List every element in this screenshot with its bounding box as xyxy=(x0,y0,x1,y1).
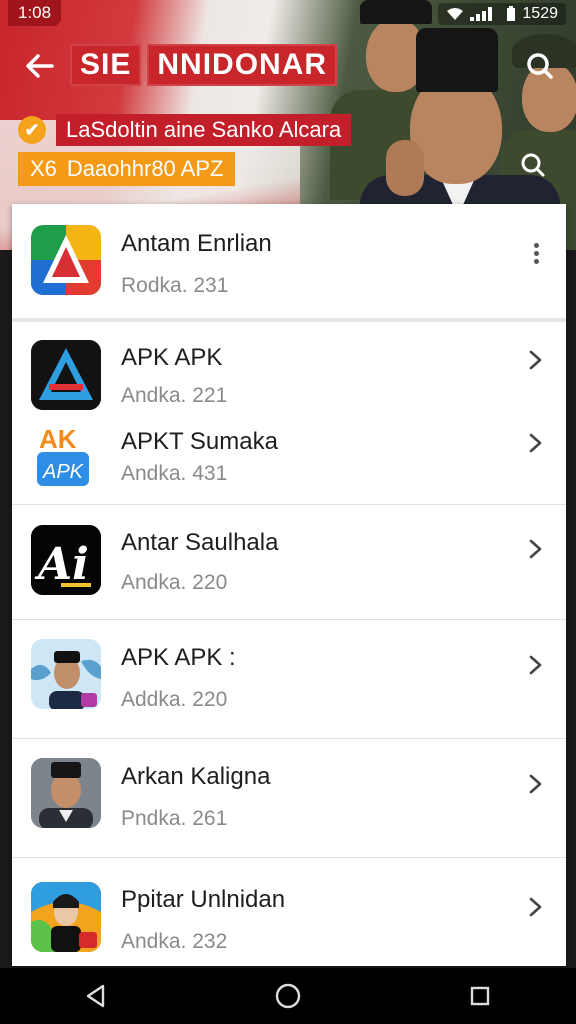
featured-app-name: Antam Enrlian xyxy=(121,230,272,257)
app-list-panel: Antam Enrlian Rodka. 231 APK APK Andka. … xyxy=(12,204,566,966)
list-item[interactable]: Arkan Kaligna Pndka. 261 xyxy=(12,739,566,857)
chevron-right-icon xyxy=(529,897,542,917)
ai-black-icon: Ai xyxy=(31,525,101,595)
promo-banner-2[interactable]: X6 Daaohhr80 APZ xyxy=(18,152,236,186)
chevron-right-icon xyxy=(529,774,542,794)
promo-banner-1[interactable]: ✔ LaSdoltin aine Sanko Alcara xyxy=(18,114,352,146)
checkmark-badge-icon: ✔ xyxy=(18,116,46,144)
promo-text-2: Daaohhr80 APZ xyxy=(66,156,224,181)
list-item[interactable]: AK APK APKT Sumaka Andka. 431 xyxy=(12,412,566,502)
status-right-text: 1529 xyxy=(522,5,558,22)
wifi-icon xyxy=(447,8,464,20)
portrait-map-icon xyxy=(31,639,101,709)
nav-recents-icon[interactable] xyxy=(460,976,500,1016)
battery-icon xyxy=(507,6,516,21)
page-title: SIE NNIDONAR xyxy=(70,44,338,86)
list-item-sub: Addka. 220 xyxy=(121,688,228,711)
list-item-sub: Andka. 232 xyxy=(121,930,228,953)
status-time: 1:08 xyxy=(8,0,62,26)
chevron-right-icon xyxy=(529,350,542,370)
apk-orange-icon-top-text: AK xyxy=(39,424,77,454)
status-icons: 1529 xyxy=(438,3,566,25)
list-item[interactable]: Ai Antar Saulhala Andka. 220 xyxy=(12,505,566,619)
list-item[interactable]: APK APK : Addka. 220 xyxy=(12,620,566,738)
featured-app-sub: Rodka. 231 xyxy=(121,274,229,297)
chevron-right-icon xyxy=(529,539,542,559)
status-bar: 1:08 1529 xyxy=(0,0,576,28)
list-item-sub: Andka. 220 xyxy=(121,571,228,594)
portrait-cartoon-icon xyxy=(31,882,101,952)
back-arrow-icon[interactable] xyxy=(22,48,58,84)
more-options-icon[interactable] xyxy=(530,240,542,270)
search-secondary-icon[interactable] xyxy=(516,148,550,182)
list-item-name: APK APK xyxy=(121,344,223,371)
signal-icon xyxy=(470,7,493,21)
title-part-1: SIE xyxy=(70,44,142,86)
apk-triangle-icon xyxy=(31,340,101,410)
ai-black-icon-text: Ai xyxy=(34,539,89,590)
list-item-name: Ppitar Unlnidan xyxy=(121,886,286,913)
list-item[interactable]: APK APK Andka. 221 xyxy=(12,322,566,412)
list-item-name: APKT Sumaka xyxy=(121,428,278,455)
title-part-2: NNIDONAR xyxy=(147,44,338,86)
nav-back-icon[interactable] xyxy=(76,976,116,1016)
list-item-name: Arkan Kaligna xyxy=(121,763,271,790)
list-item-name: APK APK : xyxy=(121,644,236,671)
nav-home-icon[interactable] xyxy=(268,976,308,1016)
list-item-name: Antar Saulhala xyxy=(121,529,279,556)
list-item-sub: Andka. 221 xyxy=(121,384,228,407)
featured-app-icon xyxy=(31,225,101,295)
apk-orange-icon: AK APK xyxy=(31,422,101,492)
list-item[interactable]: Ppitar Unlnidan Andka. 232 xyxy=(12,858,566,966)
chevron-right-icon xyxy=(529,433,542,453)
portrait-icon xyxy=(31,758,101,828)
search-icon[interactable] xyxy=(520,46,560,86)
promo-2-icon: X6 xyxy=(30,156,57,181)
featured-app-row[interactable]: Antam Enrlian Rodka. 231 xyxy=(12,204,566,322)
system-nav-bar xyxy=(0,968,576,1024)
list-item-sub: Pndka. 261 xyxy=(121,807,228,830)
chevron-right-icon xyxy=(529,655,542,675)
list-item-sub: Andka. 431 xyxy=(121,462,228,485)
promo-text-1: LaSdoltin aine Sanko Alcara xyxy=(56,114,352,146)
apk-orange-icon-bottom-text: APK xyxy=(42,461,85,483)
